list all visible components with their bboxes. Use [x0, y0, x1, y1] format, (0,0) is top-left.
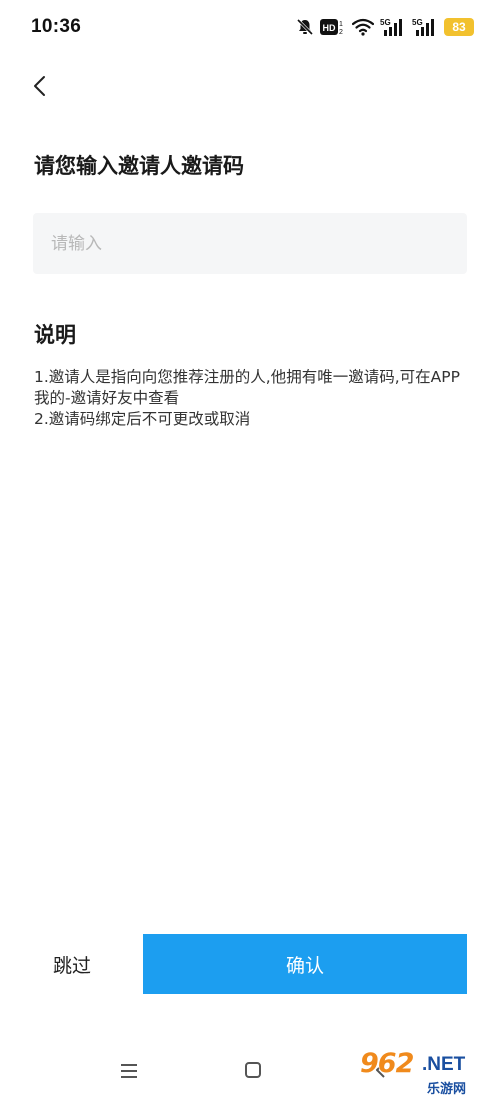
signal-5g-1-icon: 5G	[380, 17, 406, 37]
status-icons: HD 1 2 5G 5G 83	[296, 16, 474, 38]
svg-text:2: 2	[339, 29, 343, 36]
bell-off-icon	[296, 18, 314, 36]
description-line-2: 2.邀请码绑定后不可更改或取消	[34, 410, 251, 428]
menu-icon[interactable]	[118, 1062, 140, 1080]
wifi-icon	[352, 18, 374, 36]
home-icon[interactable]	[244, 1061, 262, 1079]
watermark-suffix: .NET	[422, 1054, 466, 1075]
network-label-1: 5G	[380, 18, 391, 27]
watermark-logo: 962	[360, 1048, 414, 1079]
confirm-button[interactable]: 确认	[143, 934, 467, 994]
page-title: 请您输入邀请人邀请码	[34, 154, 244, 178]
back-button[interactable]	[24, 70, 56, 102]
description-heading: 说明	[34, 323, 76, 347]
hd-icon: HD 1 2	[320, 18, 346, 36]
network-label-2: 5G	[412, 18, 423, 27]
invite-code-input[interactable]	[33, 213, 467, 274]
chevron-left-icon	[34, 76, 45, 96]
status-bar: 10:36 HD 1 2 5G 5G 83	[0, 0, 500, 56]
skip-button[interactable]: 跳过	[30, 934, 114, 994]
status-time: 10:36	[31, 16, 82, 37]
hd-label: HD	[323, 23, 336, 33]
watermark: 962 .NET 乐游网	[360, 1048, 496, 1100]
battery-icon: 83	[444, 18, 474, 36]
description-text: 1.邀请人是指向向您推荐注册的人,他拥有唯一邀请码,可在APP我的-邀请好友中查…	[34, 367, 474, 430]
watermark-site-name: 乐游网	[424, 1078, 470, 1097]
svg-text:1: 1	[339, 21, 343, 28]
battery-level: 83	[444, 18, 474, 36]
description-line-1: 1.邀请人是指向向您推荐注册的人,他拥有唯一邀请码,可在APP我的-邀请好友中查…	[34, 368, 460, 407]
signal-5g-2-icon: 5G	[412, 17, 438, 37]
